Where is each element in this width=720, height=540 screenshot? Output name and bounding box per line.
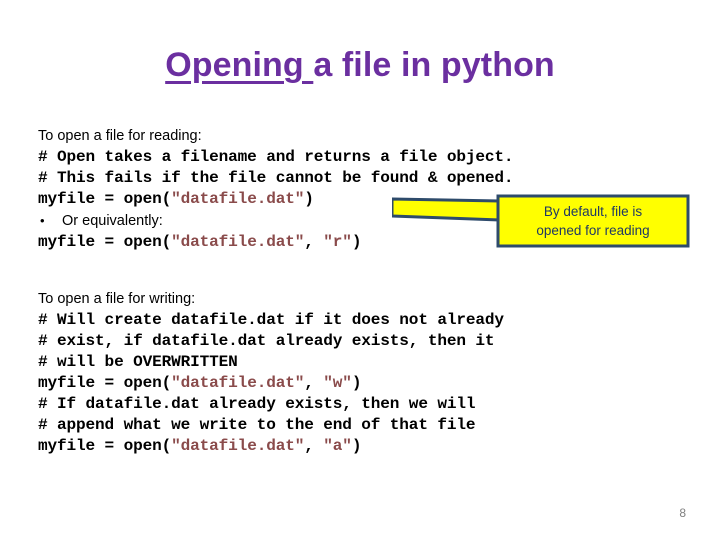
code-line: # Open takes a filename and returns a fi… xyxy=(38,147,688,168)
code-text: # If datafile.dat already exists, then w… xyxy=(38,395,476,413)
code-text: # exist, if datafile.dat already exists,… xyxy=(38,332,495,350)
or-equivalently-label: Or equivalently: xyxy=(62,213,163,229)
callout-line-2: opened for reading xyxy=(536,223,650,238)
bullet-icon: • xyxy=(40,213,45,228)
page-number: 8 xyxy=(679,506,686,520)
page-title: Opening a file in python xyxy=(0,46,720,85)
code-text: # will be OVERWRITTEN xyxy=(38,353,238,371)
code-line: # This fails if the file cannot be found… xyxy=(38,168,688,189)
code-text: ) xyxy=(304,190,314,208)
code-string-literal: "datafile.dat" xyxy=(171,190,305,208)
code-line: # exist, if datafile.dat already exists,… xyxy=(38,331,688,352)
code-text: myfile = open( xyxy=(38,437,172,455)
code-line: # Will create datafile.dat if it does no… xyxy=(38,310,688,331)
code-text: # Will create datafile.dat if it does no… xyxy=(38,311,504,329)
code-text: myfile = open( xyxy=(38,374,172,392)
code-line: # will be OVERWRITTEN xyxy=(38,352,688,373)
callout-text: By default, file is opened for reading xyxy=(500,198,686,244)
page-title-rest: a file in python xyxy=(313,46,555,84)
slide-canvas: Opening a file in python To open a file … xyxy=(0,0,720,540)
code-line: # If datafile.dat already exists, then w… xyxy=(38,394,688,415)
writing-heading: To open a file for writing: xyxy=(38,291,196,307)
code-text: , xyxy=(304,374,324,392)
code-text: ) xyxy=(351,374,362,392)
code-line: myfile = open("datafile.dat", "a") xyxy=(38,436,688,457)
code-line: myfile = open("datafile.dat", "w") xyxy=(38,373,688,394)
callout-line-1: By default, file is xyxy=(543,204,643,219)
code-string-literal: "datafile.dat" xyxy=(171,437,305,455)
code-text: , xyxy=(304,233,324,251)
code-text: ) xyxy=(351,233,362,251)
writing-code-lines: # Will create datafile.dat if it does no… xyxy=(38,310,688,457)
code-string-literal: "r" xyxy=(323,233,352,251)
code-string-literal: "w" xyxy=(323,374,352,392)
code-string-literal: "datafile.dat" xyxy=(171,374,305,392)
page-title-underlined-part: Opening xyxy=(165,46,314,84)
code-text: # This fails if the file cannot be found… xyxy=(38,169,514,187)
code-text: myfile = open( xyxy=(38,233,172,251)
code-line: # append what we write to the end of tha… xyxy=(38,415,688,436)
callout-balloon: By default, file is opened for reading xyxy=(392,194,690,248)
code-text: , xyxy=(304,437,324,455)
code-text: # append what we write to the end of tha… xyxy=(38,416,476,434)
code-text: # Open takes a filename and returns a fi… xyxy=(38,148,514,166)
writing-section: To open a file for writing: # Will creat… xyxy=(38,289,688,457)
code-text: ) xyxy=(351,437,362,455)
code-text: myfile = open( xyxy=(38,190,172,208)
code-string-literal: "a" xyxy=(323,437,352,455)
reading-heading: To open a file for reading: xyxy=(38,128,202,144)
code-string-literal: "datafile.dat" xyxy=(171,233,305,251)
